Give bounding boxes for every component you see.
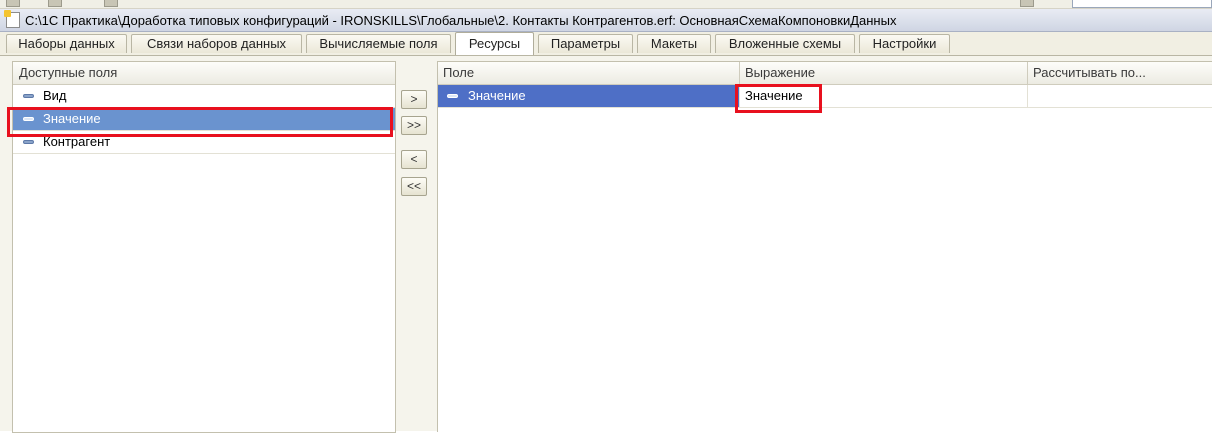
tab-templates[interactable]: Макеты xyxy=(637,34,711,53)
column-header-calculate-by[interactable]: Рассчитывать по... xyxy=(1028,62,1212,84)
remove-all-fields-button[interactable]: << xyxy=(401,177,427,196)
toolbar-strip xyxy=(0,0,1212,9)
add-all-fields-button[interactable]: >> xyxy=(401,116,427,135)
field-item-label: Контрагент xyxy=(43,134,111,149)
document-icon xyxy=(4,10,20,28)
add-field-button[interactable]: > xyxy=(401,90,427,109)
field-item-znachenie[interactable]: Значение xyxy=(13,108,395,131)
field-icon xyxy=(23,140,34,144)
remove-field-button[interactable]: < xyxy=(401,150,427,169)
field-item-label: Вид xyxy=(43,88,67,103)
tab-bar: Наборы данных Связи наборов данных Вычис… xyxy=(0,32,1212,56)
cell-field[interactable]: Значение xyxy=(438,85,740,107)
column-header-expression[interactable]: Выражение xyxy=(740,62,1028,84)
search-input[interactable] xyxy=(1072,0,1212,8)
tab-settings[interactable]: Настройки xyxy=(859,34,950,53)
table-header: Поле Выражение Рассчитывать по... xyxy=(438,62,1212,85)
cell-field-label: Значение xyxy=(468,88,526,103)
resources-table[interactable]: Поле Выражение Рассчитывать по... Значен… xyxy=(437,61,1212,432)
tab-dataset-links[interactable]: Связи наборов данных xyxy=(131,34,302,53)
resources-page: Доступные поля Вид Значение Контрагент >… xyxy=(0,56,1212,433)
available-fields-header: Доступные поля xyxy=(13,62,395,85)
field-icon xyxy=(23,117,34,121)
field-icon xyxy=(23,94,34,98)
cell-expression[interactable]: Значение xyxy=(740,85,1028,107)
field-item-kontragent[interactable]: Контрагент xyxy=(13,131,395,154)
tab-calculated-fields[interactable]: Вычисляемые поля xyxy=(306,34,451,53)
toolbar-button[interactable] xyxy=(6,0,20,7)
field-item-vid[interactable]: Вид xyxy=(13,85,395,108)
cell-calculate-by[interactable] xyxy=(1028,85,1212,107)
tab-resources[interactable]: Ресурсы xyxy=(455,32,534,55)
tab-parameters[interactable]: Параметры xyxy=(538,34,633,53)
toolbar-button[interactable] xyxy=(48,0,62,7)
available-fields-panel[interactable]: Доступные поля Вид Значение Контрагент xyxy=(12,61,396,433)
tab-nested-schemas[interactable]: Вложенные схемы xyxy=(715,34,855,53)
tab-datasets[interactable]: Наборы данных xyxy=(6,34,127,53)
window-title: C:\1С Практика\Доработка типовых конфигу… xyxy=(25,12,897,28)
table-row[interactable]: Значение Значение xyxy=(438,85,1212,108)
field-icon xyxy=(447,94,458,98)
field-item-label: Значение xyxy=(43,111,101,126)
title-bar: C:\1С Практика\Доработка типовых конфигу… xyxy=(0,9,1212,32)
column-header-field[interactable]: Поле xyxy=(438,62,740,84)
toolbar-button[interactable] xyxy=(104,0,118,7)
toolbar-button[interactable] xyxy=(1020,0,1034,7)
